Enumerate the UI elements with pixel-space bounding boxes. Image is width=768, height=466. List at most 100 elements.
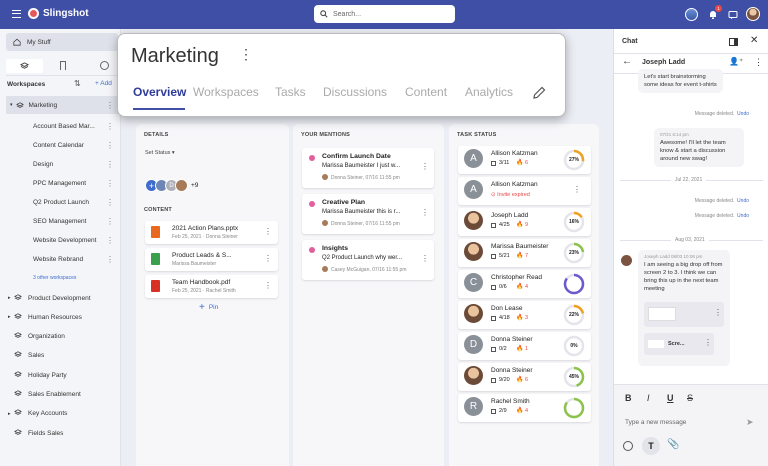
search-box[interactable]: Search...: [314, 5, 455, 23]
task-member-card[interactable]: A Allison Katzman ⊙ Invite expired ⋮: [458, 177, 591, 205]
more-icon[interactable]: ⋮: [106, 198, 114, 207]
tab-people-icon[interactable]: [100, 61, 109, 70]
tab-overview[interactable]: Overview: [133, 85, 186, 99]
file-more-icon[interactable]: ⋮: [264, 254, 272, 263]
sidebar-subitem[interactable]: Content Calendar ⋮: [0, 136, 121, 154]
more-icon[interactable]: ⋮: [106, 101, 114, 110]
set-status-dropdown[interactable]: Set Status ▾: [145, 150, 175, 156]
task-check-icon: [491, 316, 496, 321]
sidebar-subitem[interactable]: Website Rebrand ⋮: [0, 250, 121, 268]
tab-content[interactable]: Content: [405, 85, 447, 99]
sidebar-item-marketing[interactable]: ▾ Marketing ⋮: [6, 96, 121, 114]
more-icon[interactable]: ⋮: [106, 217, 114, 226]
undo-link[interactable]: Undo: [737, 111, 749, 117]
add-person-icon[interactable]: 👤⁺: [729, 57, 743, 66]
mention-dot-icon: [309, 155, 315, 161]
plus-icon: +: [199, 302, 205, 313]
tab-discussions[interactable]: Discussions: [323, 85, 387, 99]
sidebar-item[interactable]: ▸ Key Accounts: [0, 405, 121, 423]
sidebar-subitem[interactable]: Account Based Mar... ⋮: [0, 117, 121, 135]
add-workspace-button[interactable]: + Add: [95, 80, 112, 87]
mention-card[interactable]: Insights Q2 Product Launch why wer... Case…: [302, 240, 434, 280]
text-format-icon[interactable]: T: [642, 437, 660, 455]
tab-tasks[interactable]: Tasks: [275, 85, 306, 99]
task-check-icon: [491, 254, 496, 259]
task-member-card[interactable]: A Allison Katzman 3/11 🔥 6 27%: [458, 146, 591, 174]
mention-more-icon[interactable]: ⋮: [421, 254, 429, 263]
sidebar-item[interactable]: Sales: [0, 347, 121, 365]
content-file-card[interactable]: Product Leads & S... Marissa Baumeister ⋮: [145, 248, 278, 271]
message-input[interactable]: Type a new message: [625, 419, 686, 426]
content-file-card[interactable]: 2021 Action Plans.pptx Feb 25, 2021 · Don…: [145, 221, 278, 244]
task-member-card[interactable]: D Donna Steiner 0/2 🔥 1 0%: [458, 332, 591, 360]
emoji-icon[interactable]: [623, 441, 633, 451]
profile-avatar[interactable]: [746, 7, 760, 21]
sidebar-my-stuff[interactable]: My Stuff: [6, 33, 118, 51]
more-icon[interactable]: ⋮: [106, 141, 114, 150]
sidebar-item[interactable]: Sales Enablement: [0, 386, 121, 404]
workspace-more-icon[interactable]: ⋮: [239, 46, 253, 63]
tab-bookmark-icon[interactable]: [60, 61, 66, 70]
member-avatars[interactable]: + D +9: [145, 178, 198, 192]
sidebar-item[interactable]: ▸ Human Resources: [0, 308, 121, 326]
sidebar-subitem[interactable]: Q2 Product Launch ⋮: [0, 193, 121, 211]
task-member-card[interactable]: Marissa Baumeister 5/21 🔥 7 23%: [458, 239, 591, 267]
more-icon[interactable]: ⋮: [106, 236, 114, 245]
file-more-icon[interactable]: ⋮: [264, 281, 272, 290]
chat-icon[interactable]: [726, 8, 740, 22]
more-icon[interactable]: ⋮: [106, 179, 114, 188]
content-file-card[interactable]: Team Handbook.pdf Feb 25, 2021 · Rachel S…: [145, 275, 278, 298]
mention-more-icon[interactable]: ⋮: [421, 162, 429, 171]
undo-link[interactable]: Undo: [737, 198, 749, 204]
sidebar-item[interactable]: Fields Sales: [0, 424, 121, 442]
task-member-card[interactable]: R Rachel Smith 2/9 🔥 4: [458, 394, 591, 422]
more-icon[interactable]: ⋮: [106, 255, 114, 264]
more-icon[interactable]: ⋮: [106, 122, 114, 131]
brand[interactable]: Slingshot: [28, 8, 89, 19]
chat-more-icon[interactable]: ⋮: [754, 57, 763, 68]
task-member-card[interactable]: C Christopher Read 0/6 🔥 4: [458, 270, 591, 298]
sidebar-subitem[interactable]: PPC Management ⋮: [0, 174, 121, 192]
pin-button[interactable]: + Pin: [199, 302, 218, 313]
edit-pencil-icon[interactable]: [532, 86, 546, 100]
attachment-file[interactable]: Scre... ⋮: [644, 333, 714, 355]
user-avatar-top[interactable]: [685, 8, 698, 21]
mention-card[interactable]: Creative Plan Marissa Baumeister this is …: [302, 194, 434, 234]
bold-button[interactable]: B: [625, 393, 632, 403]
sidebar-subitem[interactable]: Website Development ⋮: [0, 231, 121, 249]
dock-icon[interactable]: [729, 38, 738, 46]
task-status-panel: TASK STATUS A Allison Katzman 3/11 🔥 6 27% A Al…: [449, 124, 599, 466]
sidebar-item[interactable]: Holiday Party: [0, 366, 121, 384]
tab-workspaces-icon[interactable]: [6, 59, 43, 73]
task-member-card[interactable]: Donna Steiner 9/20 🔥 6 45%: [458, 363, 591, 391]
tab-analytics[interactable]: Analytics: [465, 85, 513, 99]
back-icon[interactable]: ←: [622, 56, 632, 67]
other-workspaces-link[interactable]: 3 other workspaces: [33, 275, 76, 281]
member-more-icon[interactable]: ⋮: [573, 185, 581, 194]
close-icon[interactable]: ✕: [750, 35, 758, 46]
attachment-thumbnail[interactable]: ⋮: [644, 302, 724, 327]
expand-right-icon: ▸: [8, 295, 11, 301]
sidebar-item[interactable]: ▸ Product Development: [0, 289, 121, 307]
attach-icon[interactable]: 📎: [667, 439, 679, 450]
strikethrough-button[interactable]: S: [687, 393, 693, 403]
notifications-icon[interactable]: 1: [706, 5, 722, 22]
hamburger-icon[interactable]: [12, 10, 21, 18]
underline-button[interactable]: U: [667, 393, 674, 403]
mention-more-icon[interactable]: ⋮: [421, 208, 429, 217]
undo-link[interactable]: Undo: [737, 213, 749, 219]
sort-icon[interactable]: ⇅: [74, 79, 81, 88]
send-icon[interactable]: ➤: [746, 417, 754, 428]
sidebar-item[interactable]: Organization: [0, 328, 121, 346]
more-icon[interactable]: ⋮: [106, 160, 114, 169]
sidebar-subitem[interactable]: Design ⋮: [0, 155, 121, 173]
mention-card[interactable]: Confirm Launch Date Marissa Baumeister I …: [302, 148, 434, 188]
member-name: Allison Katzman: [491, 150, 538, 157]
sidebar-subitem[interactable]: SEO Management ⋮: [0, 212, 121, 230]
italic-button[interactable]: I: [647, 393, 650, 403]
file-name: Team Handbook.pdf: [172, 279, 231, 286]
tab-workspaces[interactable]: Workspaces: [193, 85, 259, 99]
task-member-card[interactable]: Joseph Ladd 4/25 🔥 9 16%: [458, 208, 591, 236]
file-more-icon[interactable]: ⋮: [264, 227, 272, 236]
task-member-card[interactable]: Don Lease 4/18 🔥 3 22%: [458, 301, 591, 329]
